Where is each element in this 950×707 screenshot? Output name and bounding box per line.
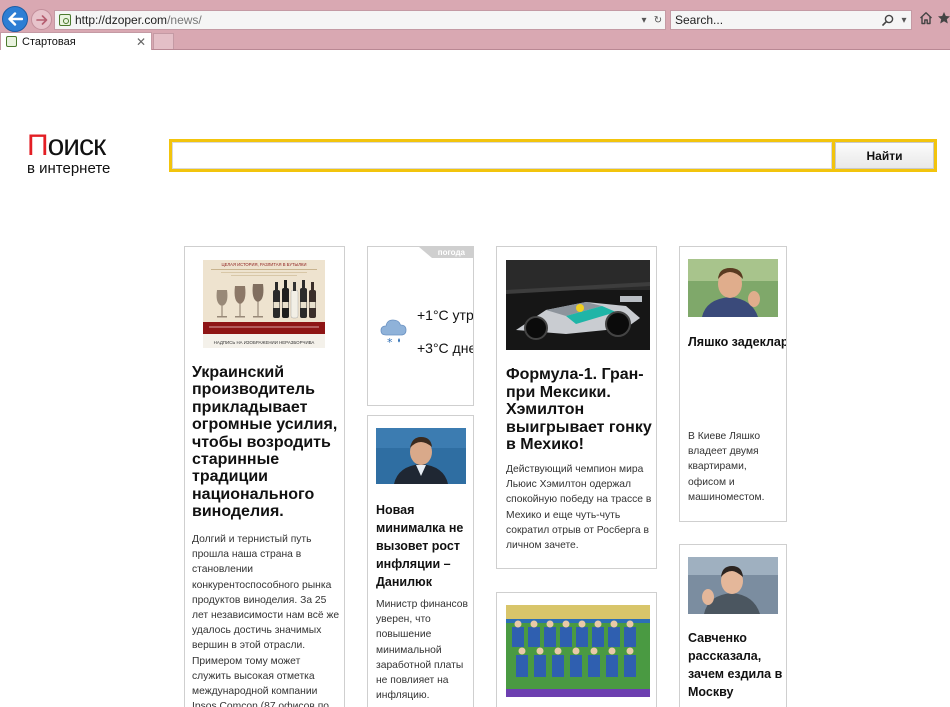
- url-host: http://dzoper.com: [75, 13, 168, 27]
- forward-button[interactable]: [31, 9, 52, 30]
- wine-glasses-bottles-illustration: ЦЕЛАЯ ИСТОРИЯ, РАЗЛИТАЯ В БУТЫЛКИ НАДПИС…: [203, 260, 325, 348]
- logo-rest: оиск: [47, 129, 107, 162]
- home-icon[interactable]: [919, 11, 933, 25]
- weather-tag: погода: [437, 248, 465, 257]
- url-path: /news/: [167, 13, 202, 27]
- site-favicon-icon: [59, 14, 71, 26]
- news-image-savchenko[interactable]: [688, 557, 778, 614]
- news-text-formula: Действующий чемпион мира Льюис Хэмилтон …: [506, 464, 652, 552]
- news-card-football[interactable]: [496, 592, 657, 707]
- logo-first-letter: П: [27, 129, 49, 162]
- news-text-wine: Долгий и тернистый путь прошла наша стра…: [192, 534, 340, 707]
- browser-chrome: http://dzoper.com/news/ ▾ ↻ ▾ Стартовая …: [0, 0, 950, 50]
- close-icon[interactable]: ✕: [136, 35, 146, 49]
- news-card-lyashko[interactable]: Ляшко задекларировал сотни тысяч долларо…: [679, 246, 787, 522]
- back-button[interactable]: [2, 6, 28, 32]
- news-title-minwage[interactable]: Новая минималка не вызовет рост инфляции…: [376, 501, 473, 591]
- search-input[interactable]: [172, 142, 832, 169]
- news-title-formula[interactable]: Формула-1. Гран-при Мексики. Хэмилтон вы…: [506, 366, 654, 454]
- refresh-icon[interactable]: ↻: [651, 15, 665, 26]
- image-banner-text: ЦЕЛАЯ ИСТОРИЯ, РАЗЛИТАЯ В БУТЫЛКИ: [222, 262, 307, 267]
- portrait-photo: [688, 557, 778, 614]
- news-image-formula[interactable]: [506, 260, 650, 350]
- tab-start[interactable]: Стартовая ✕: [0, 32, 152, 50]
- address-bar[interactable]: http://dzoper.com/news/ ▾ ↻: [54, 10, 666, 30]
- search-button[interactable]: Найти: [835, 142, 934, 169]
- news-image-wine[interactable]: ЦЕЛАЯ ИСТОРИЯ, РАЗЛИТАЯ В БУТЫЛКИ НАДПИС…: [203, 260, 325, 348]
- news-card-wine[interactable]: ЦЕЛАЯ ИСТОРИЯ, РАЗЛИТАЯ В БУТЫЛКИ НАДПИС…: [184, 246, 345, 707]
- favorites-star-icon[interactable]: [937, 11, 950, 25]
- portrait-photo: [688, 259, 778, 317]
- news-card-savchenko[interactable]: Савченко рассказала, зачем ездила в Моск…: [679, 544, 787, 707]
- image-footer-text: НАДПИСЬ НА ИЗОБРАЖЕНИИ НЕРАЗБОРЧИВА: [214, 340, 315, 345]
- weather-morning: +1°C утром: [417, 307, 474, 323]
- news-card-minwage[interactable]: Новая минималка не вызовет рост инфляции…: [367, 415, 474, 707]
- logo[interactable]: Поиск в интернете: [27, 129, 147, 177]
- search-dropdown-icon[interactable]: ▾: [897, 15, 911, 26]
- weather-widget[interactable]: погода * +1°C утром +3°C днем: [367, 246, 474, 406]
- news-title-lyashko[interactable]: Ляшко задекларировал сотни тысяч долларо…: [688, 333, 786, 351]
- news-text-lyashko: В Киеве Ляшко владеет двумя квартирами, …: [688, 431, 765, 503]
- news-image-minwage[interactable]: [376, 428, 466, 484]
- arrow-right-icon: [35, 14, 47, 25]
- logo-subtitle: в интернете: [27, 160, 111, 177]
- tab-title: Стартовая: [22, 35, 76, 48]
- race-car-photo: [506, 260, 650, 350]
- portrait-photo: [376, 428, 466, 484]
- svg-text:*: *: [387, 336, 393, 349]
- weather-day: +3°C днем: [417, 340, 473, 356]
- news-image-lyashko[interactable]: [688, 259, 778, 317]
- new-tab-button[interactable]: [153, 33, 174, 49]
- tab-favicon-icon: [6, 36, 17, 47]
- news-image-football[interactable]: [506, 605, 650, 697]
- browser-search-box[interactable]: ▾: [670, 10, 912, 30]
- football-team-photo: [506, 605, 650, 697]
- news-text-minwage: Министр финансов уверен, что повышение м…: [376, 599, 469, 702]
- address-dropdown-icon[interactable]: ▾: [637, 15, 651, 26]
- cloud-snow-rain-icon: *: [380, 319, 407, 349]
- news-card-formula[interactable]: Формула-1. Гран-при Мексики. Хэмилтон вы…: [496, 246, 657, 569]
- news-title-wine[interactable]: Украинский производитель прикладывает ог…: [192, 364, 342, 521]
- browser-search-input[interactable]: [671, 13, 882, 27]
- news-title-savchenko[interactable]: Савченко рассказала, зачем ездила в Моск…: [688, 629, 784, 701]
- search-form: Найти: [169, 139, 937, 172]
- address-url[interactable]: http://dzoper.com/news/: [75, 13, 637, 27]
- arrow-left-icon: [8, 12, 23, 26]
- logo-title: Поиск: [27, 129, 147, 162]
- magnifier-icon[interactable]: [882, 14, 894, 26]
